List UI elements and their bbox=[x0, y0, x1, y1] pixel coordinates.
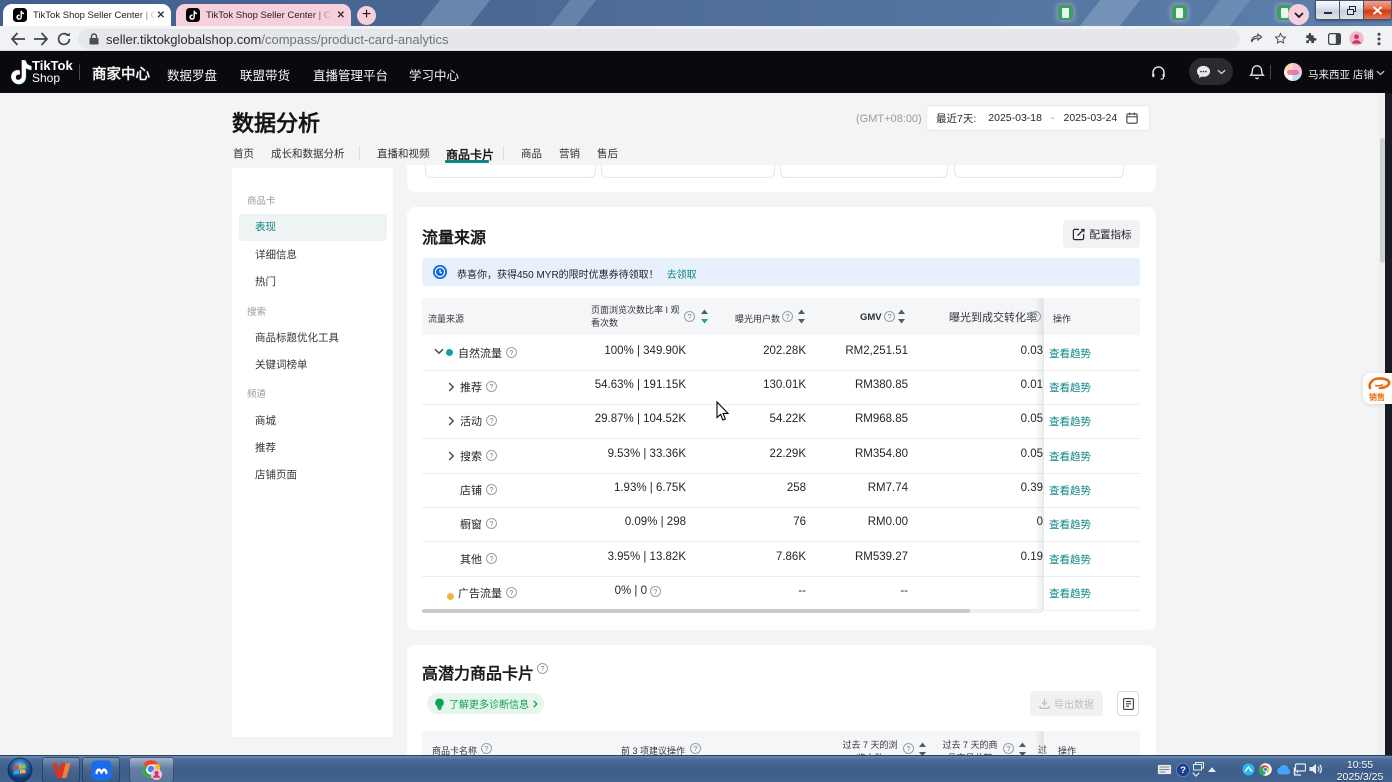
svg-text:?: ? bbox=[1180, 765, 1186, 776]
